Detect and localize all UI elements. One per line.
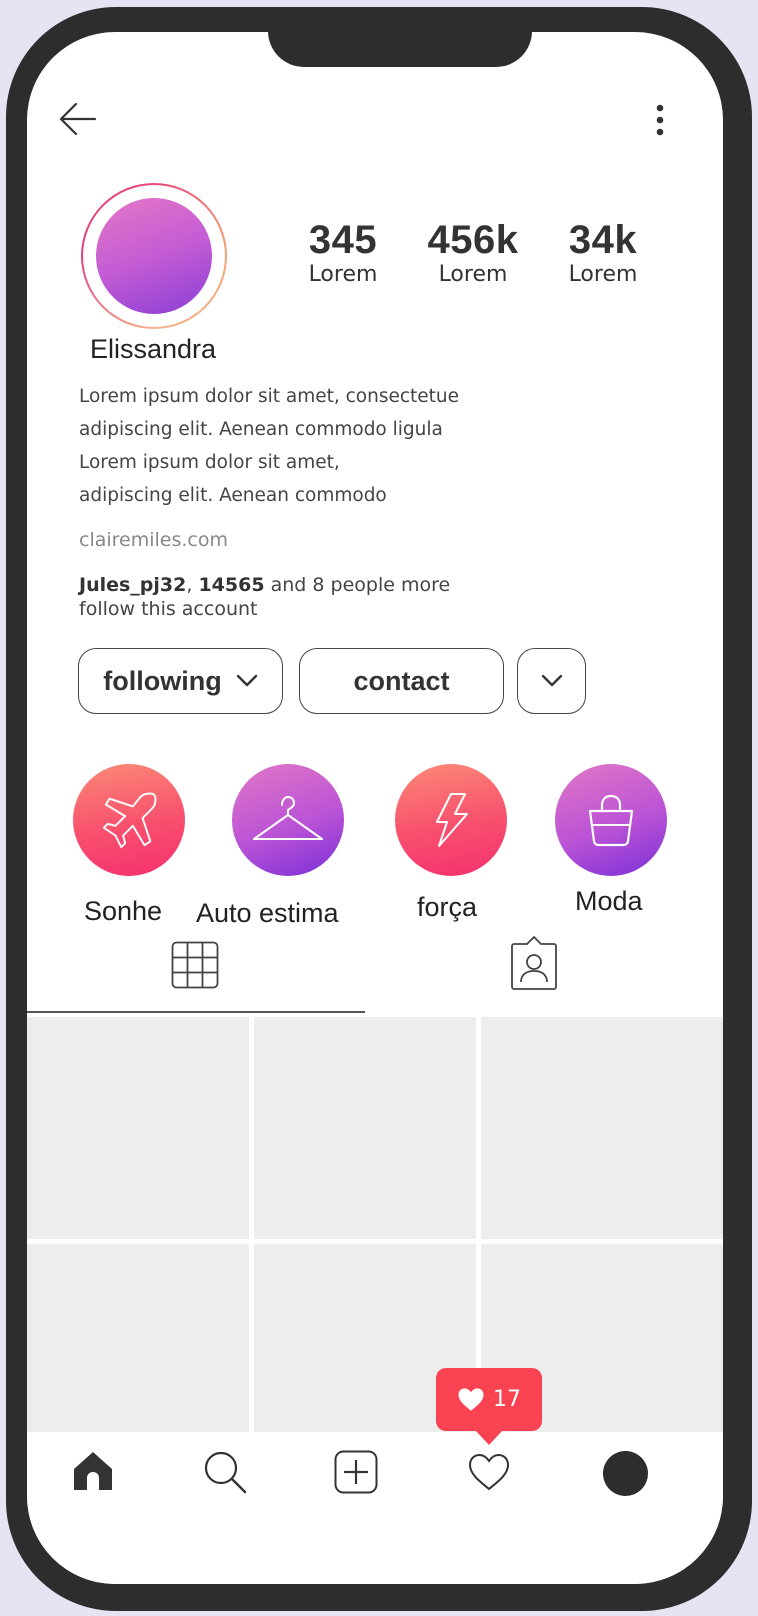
stat-value: 34k (568, 218, 638, 262)
grid-icon[interactable] (171, 941, 219, 989)
stat-following[interactable]: 34k Lorem (548, 219, 658, 289)
highlight-forca[interactable] (395, 764, 507, 876)
bio-line: Lorem ipsum dolor sit amet, consectetue (79, 386, 460, 407)
chevron-down-icon (236, 674, 258, 688)
website-link[interactable]: clairemiles.com (79, 529, 228, 551)
phone-notch (268, 31, 532, 67)
bio-line: adipiscing elit. Aenean commodo ligula (79, 419, 443, 440)
stat-label: Lorem (568, 262, 638, 287)
contact-label: contact (353, 665, 450, 696)
profile-icon[interactable] (603, 1451, 648, 1496)
notification-count: 17 (493, 1387, 521, 1412)
stat-value: 456k (427, 218, 519, 262)
profile-name: Elissandra (90, 334, 217, 364)
home-icon[interactable] (72, 1450, 114, 1492)
followed-by-text: Jules_pj32, 14565 and 8 people more foll… (79, 574, 451, 620)
highlight-auto-estima[interactable] (232, 764, 344, 876)
notification-badge[interactable]: 17 (436, 1368, 542, 1445)
stat-followers[interactable]: 456k Lorem (418, 219, 528, 289)
profile-screen: 345 Lorem 456k Lorem 34k Lorem Elissandr… (27, 32, 723, 1584)
post-tile[interactable] (481, 1017, 723, 1239)
contact-button[interactable]: contact (299, 648, 504, 714)
airplane-icon (98, 789, 160, 851)
highlight-label: Auto estima (196, 898, 339, 928)
search-icon[interactable] (203, 1450, 247, 1494)
highlight-label: Moda (575, 886, 643, 916)
more-options-icon[interactable] (655, 104, 665, 136)
highlight-label: Sonhe (84, 896, 163, 926)
post-tile[interactable] (254, 1017, 476, 1239)
follower-username[interactable]: Jules_pj32 (79, 574, 186, 596)
following-label: following (103, 665, 222, 696)
post-tile[interactable] (27, 1017, 249, 1239)
highlight-label: força (417, 892, 478, 922)
suggestions-dropdown-button[interactable] (517, 648, 586, 714)
following-button[interactable]: following (78, 648, 283, 714)
lightning-icon (431, 792, 471, 848)
highlight-sonhe[interactable] (73, 764, 185, 876)
stat-posts[interactable]: 345 Lorem (288, 219, 398, 289)
add-post-icon[interactable] (334, 1450, 378, 1494)
stat-label: Lorem (438, 262, 508, 287)
shopping-bag-icon (584, 793, 638, 847)
stat-value: 345 (308, 218, 378, 262)
tagged-user-icon[interactable] (510, 935, 558, 991)
follower-username[interactable]: 14565 (198, 574, 264, 596)
heart-icon (457, 1387, 485, 1412)
stat-label: Lorem (308, 262, 378, 287)
avatar[interactable] (81, 183, 227, 329)
bio-line: Lorem ipsum dolor sit amet, (79, 452, 340, 473)
hanger-icon (250, 795, 326, 845)
bio-line: adipiscing elit. Aenean commodo (79, 485, 387, 506)
highlight-moda[interactable] (555, 764, 667, 876)
active-tab-indicator (27, 1011, 365, 1013)
heart-icon[interactable] (468, 1453, 510, 1491)
avatar-image (96, 198, 212, 314)
back-arrow-icon[interactable] (59, 102, 97, 136)
chevron-down-icon (541, 674, 563, 688)
post-tile[interactable] (27, 1244, 249, 1444)
profile-bio: Lorem ipsum dolor sit amet, consectetue … (79, 380, 639, 512)
